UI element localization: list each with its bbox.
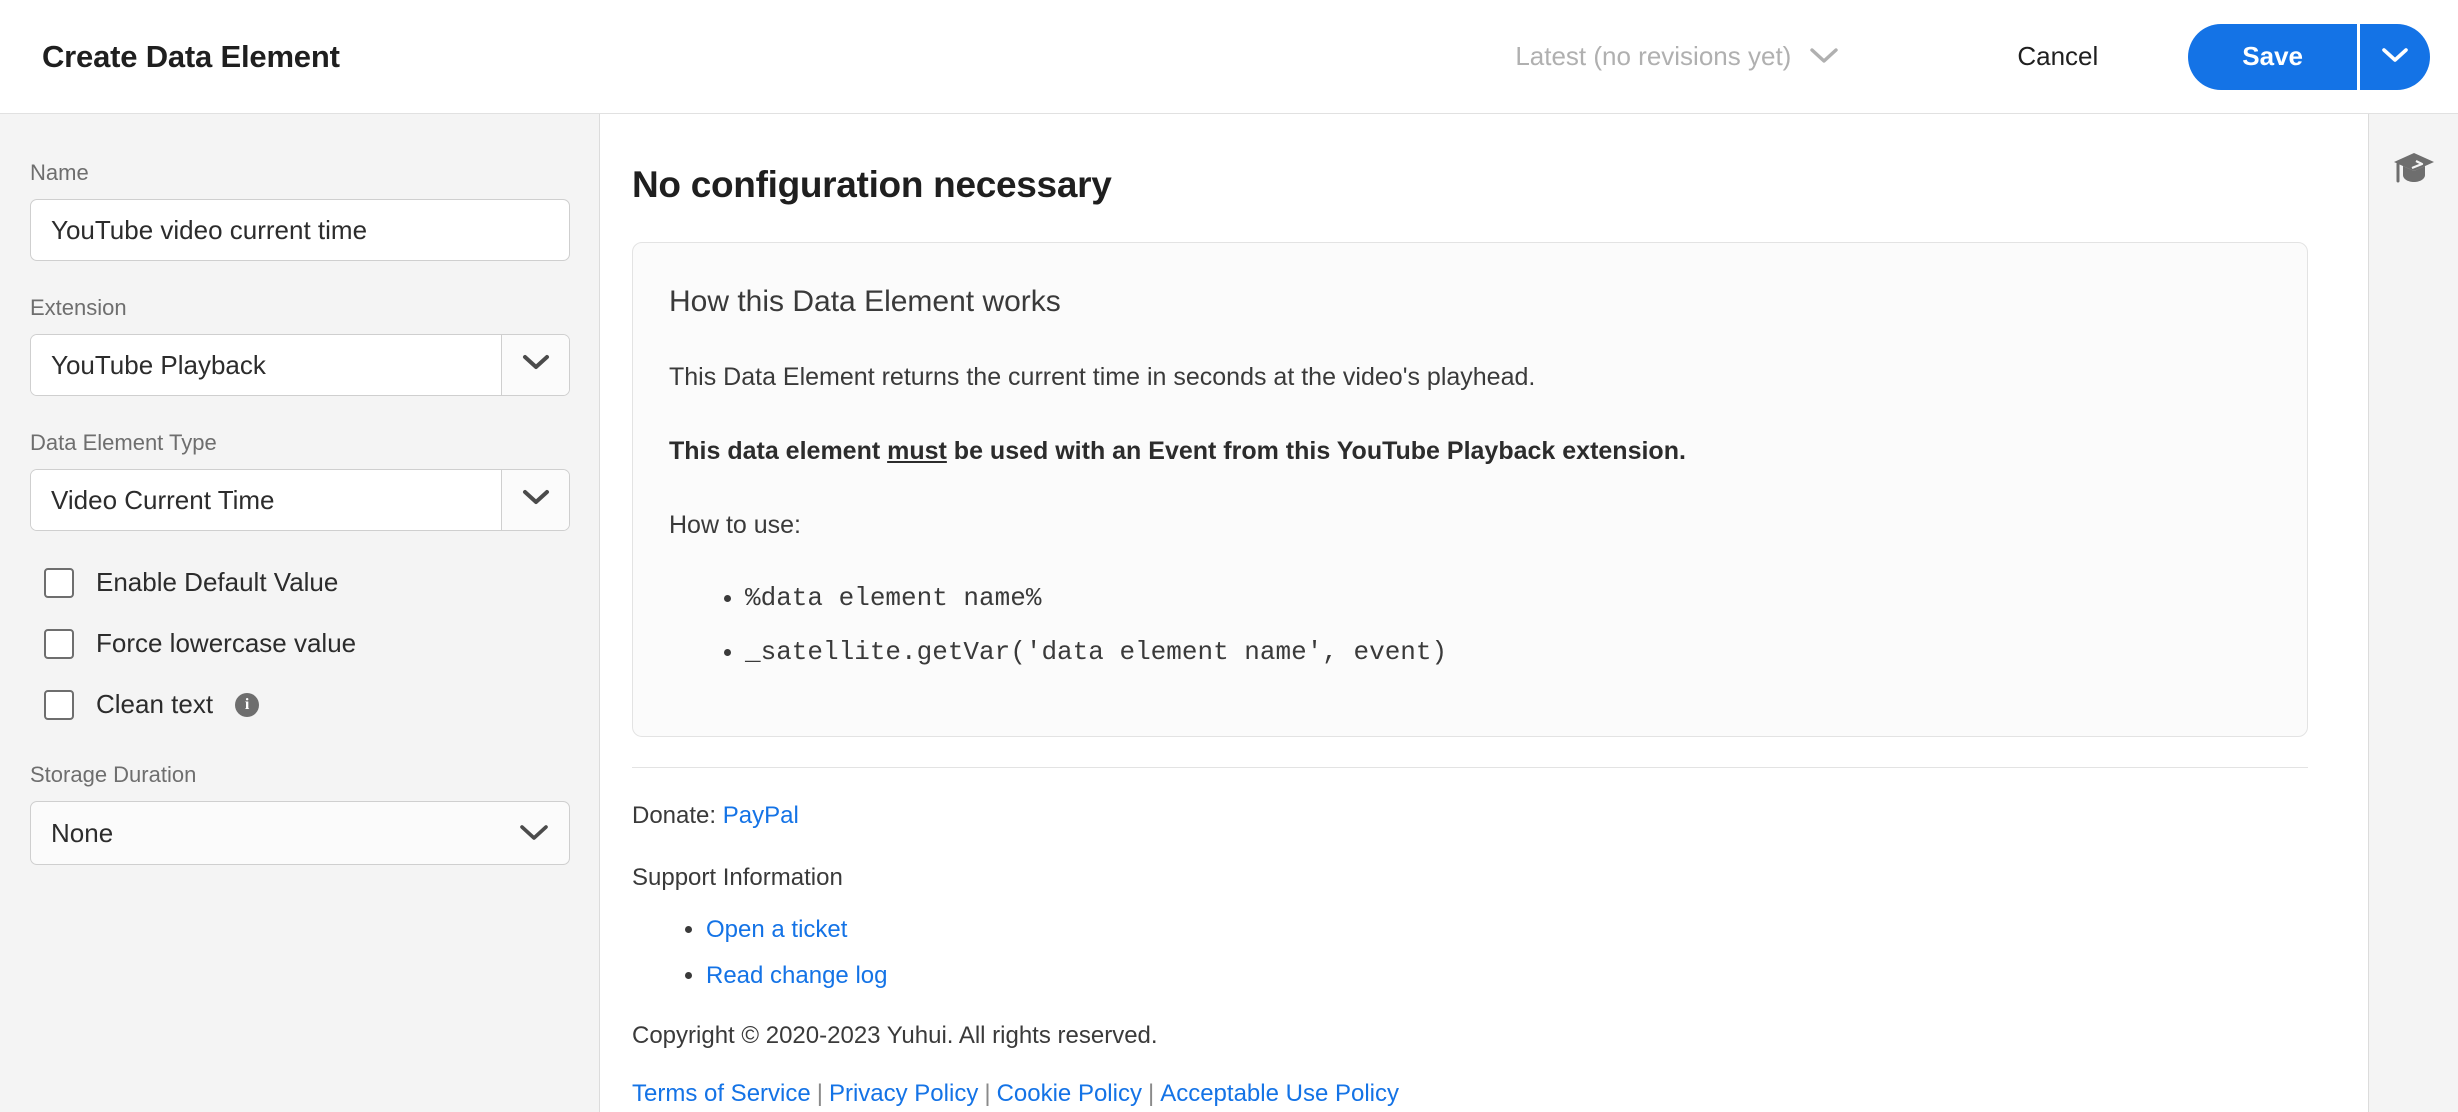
extension-select-button[interactable] (501, 335, 569, 395)
acceptable-use-policy-link[interactable]: Acceptable Use Policy (1160, 1080, 1399, 1107)
page-body: Name YouTube video current time Extensio… (0, 114, 2458, 1112)
support-links-list: Open a ticket Read change log (632, 916, 2308, 990)
checkbox-label: Force lowercase value (96, 628, 357, 658)
checkbox-force-lowercase-value[interactable]: Force lowercase value (44, 628, 567, 659)
privacy-policy-link[interactable]: Privacy Policy (829, 1080, 978, 1107)
how-to-use-label: How to use: (669, 510, 802, 539)
data-element-type-label: Data Element Type (30, 430, 217, 455)
extension-select[interactable]: YouTube Playback (30, 334, 570, 396)
requirement-emphasis: must (887, 436, 947, 465)
graduation-cap-icon[interactable] (2392, 148, 2436, 193)
cookie-policy-link[interactable]: Cookie Policy (997, 1080, 1142, 1107)
support-list-item: Open a ticket (706, 916, 2308, 944)
support-heading: Support Information (632, 863, 843, 891)
save-split-button: Save (2188, 23, 2430, 90)
card-heading: How this Data Element works (669, 285, 1061, 318)
extension-field-group: Extension YouTube Playback (30, 295, 570, 396)
checkbox-box[interactable] (44, 628, 74, 659)
storage-duration-select[interactable]: None (30, 801, 570, 865)
card-requirement: This data element must be used with an E… (669, 435, 2271, 469)
policy-separator: | (1147, 1079, 1155, 1107)
save-options-button[interactable] (2360, 23, 2430, 90)
page-header: Create Data Element Latest (no revisions… (0, 0, 2458, 114)
cancel-button[interactable]: Cancel (1983, 27, 2132, 86)
data-element-type-select-value: Video Current Time (31, 470, 501, 530)
page-title: Create Data Element (42, 38, 340, 74)
settings-sidebar: Name YouTube video current time Extensio… (0, 114, 600, 1112)
donate-label: Donate: (632, 801, 717, 829)
checkbox-clean-text[interactable]: Clean text i (44, 689, 567, 720)
donate-line: Donate: PayPal (632, 802, 2308, 830)
storage-duration-select-value: None (51, 817, 114, 848)
save-button[interactable]: Save (2188, 23, 2357, 90)
revision-label: Latest (no revisions yet) (1515, 41, 1792, 71)
info-icon[interactable]: i (235, 692, 260, 717)
chevron-down-icon (519, 818, 549, 849)
copyright-text: Copyright © 2020-2023 Yuhui. All rights … (632, 1021, 1158, 1049)
terms-of-service-link[interactable]: Terms of Service (632, 1080, 811, 1107)
policy-separator: | (816, 1079, 823, 1107)
name-input[interactable]: YouTube video current time (30, 199, 570, 261)
checkbox-label: Enable Default Value (96, 567, 339, 597)
storage-duration-field-group: Storage Duration None (30, 762, 570, 865)
checkbox-box[interactable] (44, 689, 74, 720)
policy-links: Terms of Service | Privacy Policy | Cookie P… (632, 1080, 2308, 1108)
chevron-down-icon (2381, 47, 2409, 67)
how-it-works-card: How this Data Element works This Data El… (632, 242, 2308, 737)
usage-list-item: _satellite.getVar('data element name', e… (745, 636, 2271, 670)
name-label: Name (30, 160, 89, 185)
header-actions: Latest (no revisions yet) Cancel Save (1501, 23, 2430, 90)
support-list-item: Read change log (706, 962, 2308, 990)
donate-paypal-link[interactable]: PayPal (723, 802, 799, 829)
checkbox-label: Clean text (96, 689, 214, 719)
data-element-type-select[interactable]: Video Current Time (30, 469, 570, 531)
extension-label: Extension (30, 295, 127, 320)
name-field-group: Name YouTube video current time (30, 160, 570, 261)
chevron-down-icon (522, 354, 550, 376)
policy-separator: | (984, 1079, 991, 1107)
storage-duration-label: Storage Duration (30, 762, 197, 787)
requirement-prefix: This data element (669, 436, 888, 465)
main-heading: No configuration necessary (632, 164, 1112, 205)
chevron-down-icon (1809, 41, 1839, 72)
open-ticket-link[interactable]: Open a ticket (706, 916, 847, 943)
revision-selector[interactable]: Latest (no revisions yet) (1501, 31, 1853, 82)
options-checkbox-group: Enable Default Value Force lowercase val… (44, 567, 567, 720)
content-divider (632, 766, 2308, 768)
checkbox-enable-default-value[interactable]: Enable Default Value (44, 567, 567, 598)
chevron-down-icon (522, 489, 550, 511)
create-data-element-page: Create Data Element Latest (no revisions… (0, 0, 2458, 1112)
usage-list: %data element name% _satellite.getVar('d… (669, 582, 2271, 670)
requirement-suffix: be used with an Event from this YouTube … (946, 436, 1686, 465)
data-element-type-select-button[interactable] (501, 470, 569, 530)
card-description: This Data Element returns the current ti… (669, 363, 1536, 391)
extension-select-value: YouTube Playback (31, 335, 501, 395)
usage-list-item: %data element name% (745, 582, 2271, 616)
main-content: No configuration necessary How this Data… (600, 114, 2368, 1112)
change-log-link[interactable]: Read change log (706, 962, 887, 989)
data-element-type-field-group: Data Element Type Video Current Time (30, 430, 570, 531)
checkbox-box[interactable] (44, 567, 74, 598)
right-rail (2368, 114, 2458, 1112)
